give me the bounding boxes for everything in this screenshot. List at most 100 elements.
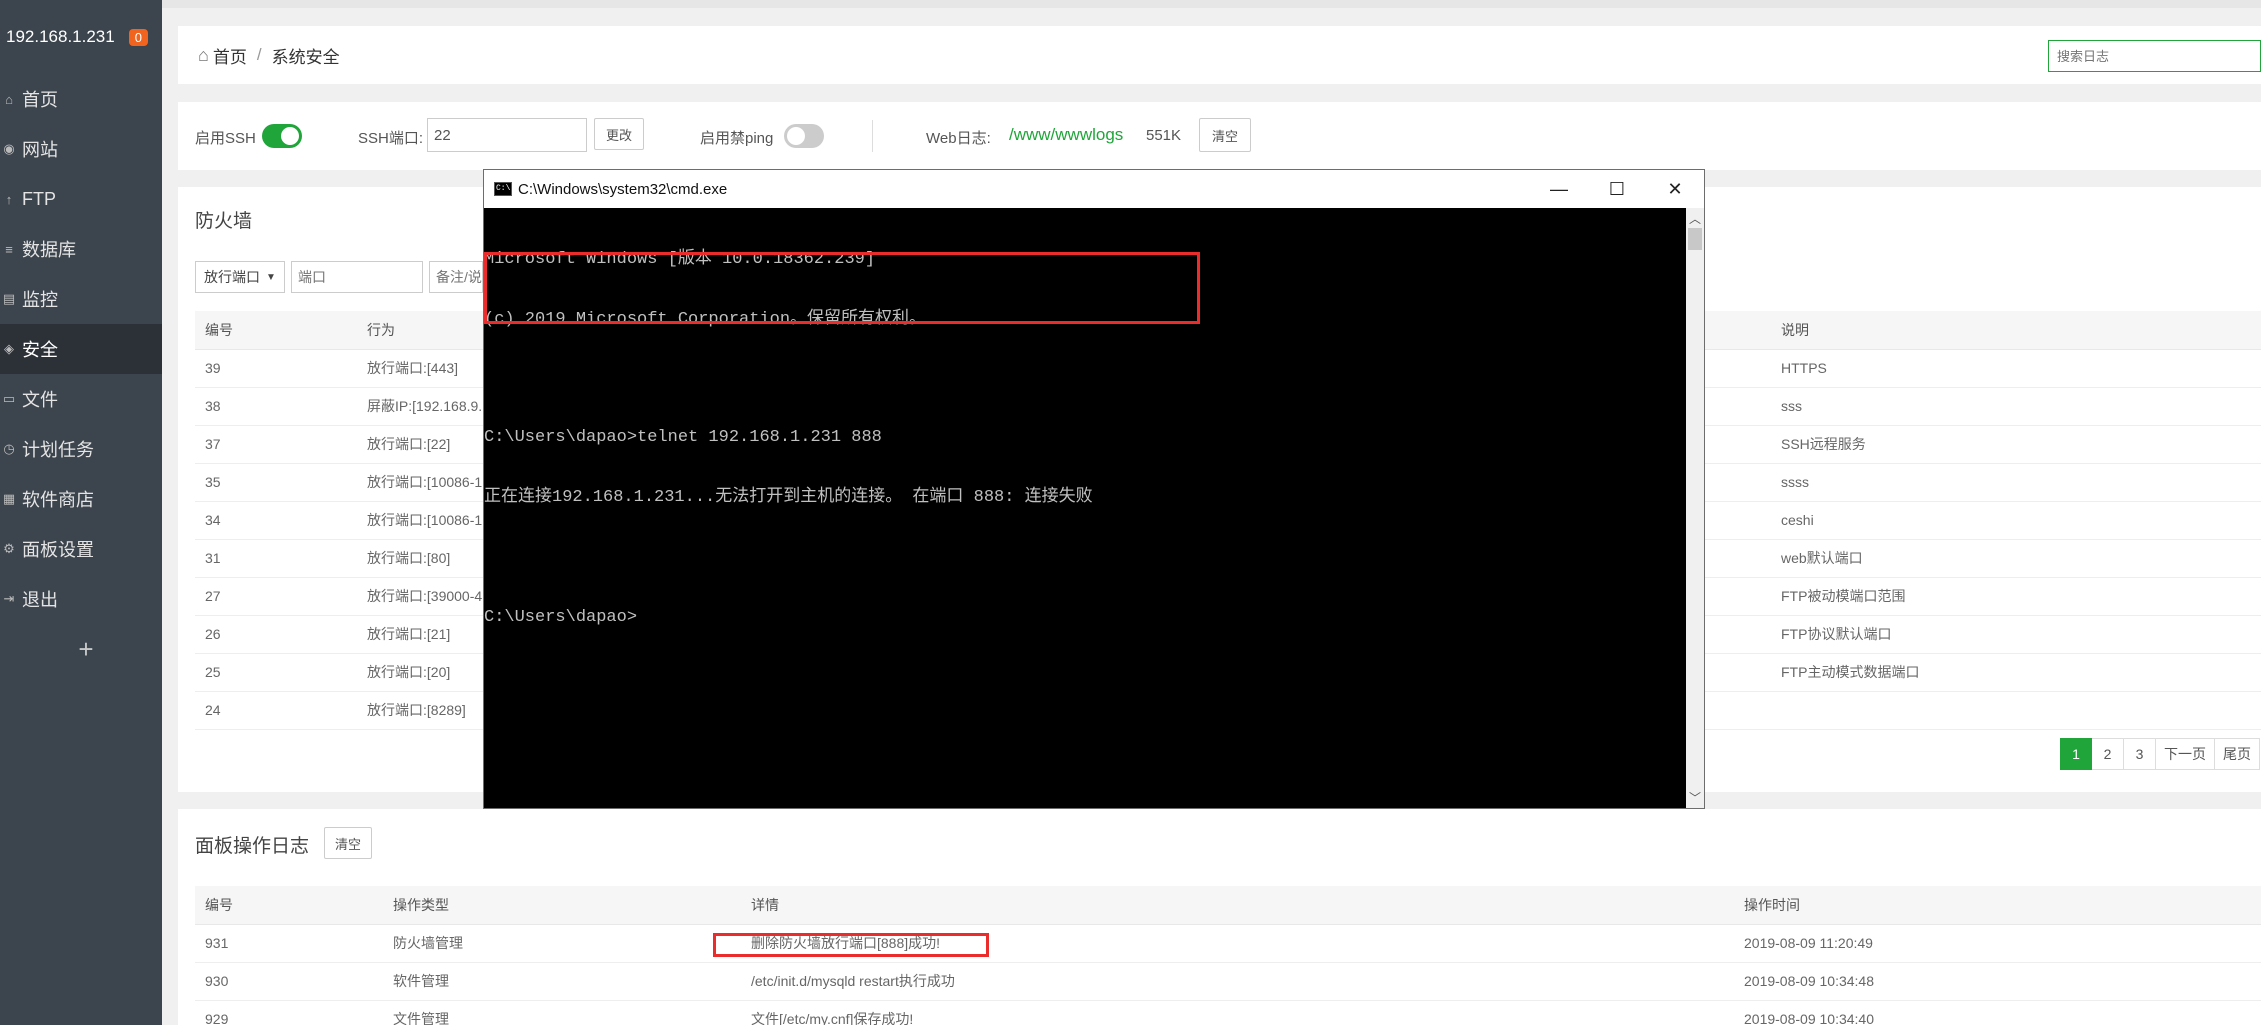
sidebar-item-label: 网站 (22, 140, 58, 160)
sidebar-item-security[interactable]: ◈ 安全 (0, 324, 162, 374)
top-strip (162, 0, 2261, 8)
weblog-size: 551K (1146, 127, 1182, 144)
ssh-toggle[interactable] (262, 124, 302, 148)
caret-down-icon: ▼ (266, 271, 276, 283)
cell-type: 文件管理 (383, 1000, 741, 1025)
cell-id: 24 (195, 691, 357, 730)
port-input[interactable] (291, 261, 423, 293)
pagination: 1 2 3 下一页 尾页 (2060, 738, 2260, 770)
sidebar-item-files[interactable]: ▭ 文件 (0, 374, 162, 424)
ping-label: 启用禁ping (700, 130, 774, 147)
select-value: 放行端口 (204, 269, 260, 285)
scroll-thumb[interactable] (1688, 228, 1702, 250)
breadcrumb-home[interactable]: 首页 (213, 43, 247, 68)
breadcrumb-current: 系统安全 (271, 47, 340, 67)
clock-icon: ◷ (3, 441, 15, 456)
cell-time: 2019-08-09 11:20:49 (1734, 924, 2261, 963)
cell-time: 2019-08-09 10:34:48 (1734, 962, 2261, 1001)
table-row: 930 软件管理/etc/init.d/mysqld restart执行成功 201… (195, 962, 2261, 1001)
ssh-port-input[interactable] (427, 118, 587, 152)
cell-id: 31 (195, 539, 357, 578)
sidebar-item-label: 退出 (22, 590, 58, 610)
last-page[interactable]: 尾页 (2215, 738, 2260, 770)
database-icon: ≡ (5, 241, 13, 257)
cell-note (1771, 691, 2261, 730)
cmd-titlebar[interactable]: C:\ C:\Windows\system32\cmd.exe — ☐ ✕ (484, 170, 1704, 208)
next-page[interactable]: 下一页 (2156, 738, 2215, 770)
log-highlight-box (713, 933, 989, 957)
home-icon: ⌂ (5, 91, 13, 107)
cell-type: 软件管理 (383, 962, 741, 1001)
cell-note: sss (1771, 387, 2261, 426)
cell-id: 929 (195, 1000, 383, 1025)
cell-type: 防火墙管理 (383, 924, 741, 963)
sidebar-item-home[interactable]: ⌂ 首页 (0, 74, 162, 124)
globe-icon: ◉ (3, 141, 15, 156)
sidebar-item-label: 首页 (22, 90, 58, 110)
clear-weblog-button[interactable]: 清空 (1199, 118, 1251, 152)
sidebar: 192.168.1.231 0 ⌂ 首页 ◉ 网站 ↑ FTP ≡ 数据库 ▤ 监控 ◈ 安… (0, 0, 162, 1025)
col-id: 编号 (195, 886, 383, 925)
toggle-knob (281, 127, 299, 145)
sidebar-item-settings[interactable]: ⚙ 面板设置 (0, 524, 162, 574)
sidebar-item-cron[interactable]: ◷ 计划任务 (0, 424, 162, 474)
ping-toggle[interactable] (784, 124, 824, 148)
cell-id: 34 (195, 501, 357, 540)
ftp-icon: ↑ (5, 191, 13, 207)
notification-badge[interactable]: 0 (128, 28, 148, 46)
page-1[interactable]: 1 (2060, 738, 2092, 770)
ssh-enable-label: 启用SSH (195, 130, 256, 147)
cmd-scrollbar[interactable]: ︿ ﹀ (1686, 208, 1704, 808)
cmd-app-icon: C:\ (494, 182, 512, 196)
sidebar-item-website[interactable]: ◉ 网站 (0, 124, 162, 174)
sidebar-item-monitor[interactable]: ▤ 监控 (0, 274, 162, 324)
home-icon: ⌂ (198, 44, 209, 65)
cell-id: 27 (195, 577, 357, 616)
server-host: 192.168.1.231 (6, 27, 115, 46)
breadcrumb: ⌂ 首页 / 系统安全 (178, 26, 2261, 84)
firewall-title: 防火墙 (195, 211, 253, 232)
cell-note: HTTPS (1771, 349, 2261, 388)
cell-note: FTP协议默认端口 (1771, 615, 2261, 654)
panel-log-table: 编号 操作类型 详情 操作时间 931 防火墙管理 删除防火墙放行端口[888]成功… (195, 886, 2261, 1025)
close-icon[interactable]: ✕ (1646, 170, 1704, 208)
sidebar-item-label: 面板设置 (22, 540, 94, 560)
firewall-type-select[interactable]: 放行端口 ▼ (195, 261, 285, 293)
weblog-path[interactable]: /www/wwwlogs (1009, 125, 1123, 145)
cmd-line (484, 548, 1686, 568)
change-port-button[interactable]: 更改 (594, 118, 644, 150)
sidebar-item-label: 计划任务 (22, 440, 94, 460)
sidebar-item-label: 文件 (22, 390, 58, 410)
cmd-title: C:\Windows\system32\cmd.exe (518, 180, 728, 198)
page-2[interactable]: 2 (2092, 738, 2124, 770)
sidebar-item-store[interactable]: ▦ 软件商店 (0, 474, 162, 524)
scroll-down-icon[interactable]: ﹀ (1686, 789, 1704, 806)
sidebar-item-ftp[interactable]: ↑ FTP (0, 174, 162, 224)
cell-note: SSH远程服务 (1771, 425, 2261, 464)
cell-id: 38 (195, 387, 357, 426)
minimize-icon[interactable]: — (1530, 170, 1588, 208)
scroll-up-icon[interactable]: ︿ (1686, 210, 1704, 227)
monitor-icon: ▤ (2, 291, 16, 306)
cell-id: 37 (195, 425, 357, 464)
log-search-input[interactable] (2048, 40, 2261, 72)
sidebar-header: 192.168.1.231 0 (0, 0, 162, 74)
maximize-icon[interactable]: ☐ (1588, 170, 1646, 208)
logout-icon: ⇥ (3, 591, 15, 606)
table-header: 编号 操作类型 详情 操作时间 (195, 886, 2261, 925)
page-3[interactable]: 3 (2124, 738, 2156, 770)
add-menu-button[interactable]: + (10, 624, 162, 674)
col-type: 操作类型 (383, 886, 741, 925)
remark-input[interactable] (429, 261, 483, 293)
cell-id: 26 (195, 615, 357, 654)
cell-note: FTP被动模端口范围 (1771, 577, 2261, 616)
sidebar-item-label: 数据库 (22, 240, 76, 260)
cmd-window[interactable]: C:\ C:\Windows\system32\cmd.exe — ☐ ✕ Mi… (483, 169, 1705, 809)
cmd-highlight-box (484, 252, 1200, 324)
cell-note: FTP主动模式数据端口 (1771, 653, 2261, 692)
sidebar-item-label: 监控 (22, 290, 58, 310)
sidebar-item-database[interactable]: ≡ 数据库 (0, 224, 162, 274)
sidebar-item-logout[interactable]: ⇥ 退出 (0, 574, 162, 624)
clear-log-button[interactable]: 清空 (324, 827, 372, 859)
breadcrumb-separator: / (256, 45, 262, 64)
